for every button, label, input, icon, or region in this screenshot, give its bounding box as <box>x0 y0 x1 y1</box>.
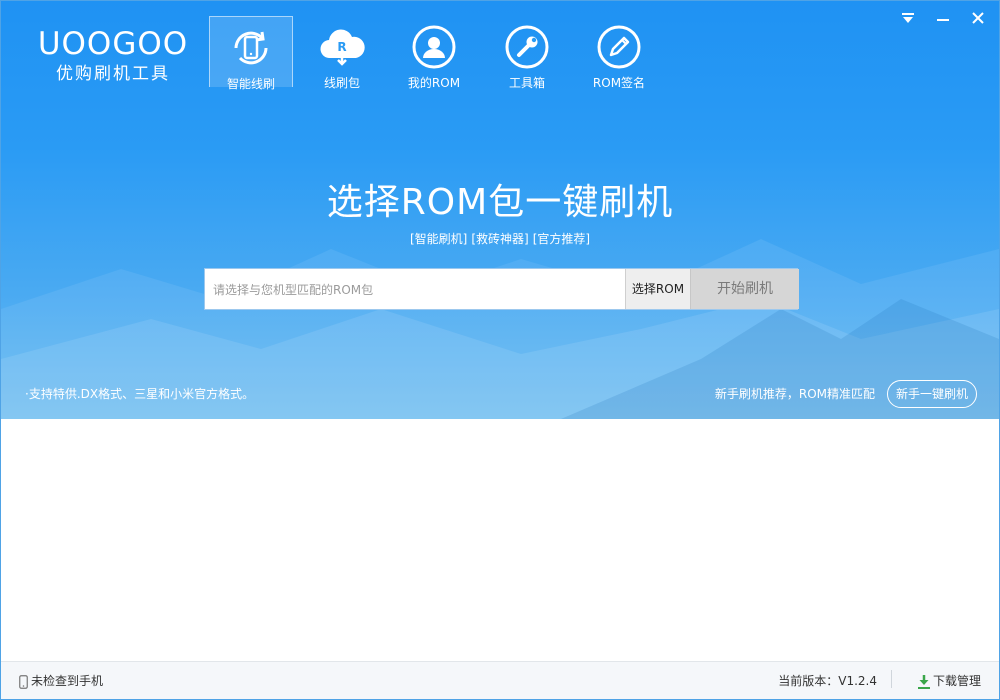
nav-rom-sign[interactable]: ROM签名 <box>577 16 661 90</box>
nav-flash-package[interactable]: R 线刷包 <box>300 16 384 90</box>
app-window: UOOGOO 优购刷机工具 智能线刷 R 线刷包 我的ROM 工具箱 ROM签名… <box>0 0 1000 700</box>
download-label: 下载管理 <box>932 674 981 688</box>
select-rom-button[interactable]: 选择ROM <box>625 269 690 309</box>
nav-smart-flash[interactable]: 智能线刷 <box>209 16 293 91</box>
logo-chinese: 优购刷机工具 <box>56 64 170 84</box>
nav-my-rom[interactable]: 我的ROM <box>392 16 476 90</box>
device-status-text: 未检查到手机 <box>31 674 104 688</box>
nav-label: ROM签名 <box>592 76 646 90</box>
recommend-text: 新手刷机推荐，ROM精准匹配 <box>714 387 875 401</box>
download-manager-link[interactable]: 下载管理 <box>917 672 981 689</box>
logo-english: UOOGOO <box>37 26 189 62</box>
nav-label: 线刷包 <box>323 76 360 90</box>
phone-refresh-icon <box>234 31 268 65</box>
download-icon <box>917 674 930 689</box>
nav-label: 工具箱 <box>508 76 545 90</box>
user-icon <box>412 25 456 69</box>
start-flash-button[interactable]: 开始刷机 <box>690 269 799 309</box>
menu-dropdown-icon[interactable] <box>897 9 919 27</box>
pen-icon <box>597 25 641 69</box>
hero-banner: UOOGOO 优购刷机工具 智能线刷 R 线刷包 我的ROM 工具箱 ROM签名… <box>1 1 999 419</box>
tag-brick-rescue[interactable]: [救砖神器] <box>471 232 528 246</box>
rom-search-bar: 选择ROM 开始刷机 <box>204 268 799 311</box>
window-controls <box>889 9 989 28</box>
tag-smart-flash[interactable]: [智能刷机] <box>410 232 467 246</box>
cloud-download-icon: R <box>320 29 365 66</box>
beginner-flash-button[interactable]: 新手一键刷机 <box>886 380 977 408</box>
svg-text:R: R <box>337 40 346 54</box>
status-divider <box>891 670 892 688</box>
feature-tags: [智能刷机] [救砖神器] [官方推荐] <box>1 230 999 247</box>
version-label: 当前版本：V1.2.4 <box>778 674 877 688</box>
phone-icon <box>19 674 28 689</box>
device-status: 未检查到手机 <box>19 672 103 689</box>
main-content-area <box>1 419 999 661</box>
nav-toolbox[interactable]: 工具箱 <box>485 16 569 90</box>
app-logo: UOOGOO 优购刷机工具 <box>37 27 189 85</box>
support-note: ·支持特供.DX格式、三星和小米官方格式。 <box>25 387 255 401</box>
page-headline: 选择ROM包一键刷机 <box>326 182 674 223</box>
close-icon[interactable] <box>967 9 989 27</box>
wrench-icon <box>505 25 549 69</box>
nav-label: 智能线刷 <box>226 77 275 91</box>
tag-official[interactable]: [官方推荐] <box>533 232 590 246</box>
rom-path-input[interactable] <box>205 269 635 311</box>
minimize-icon[interactable] <box>932 9 954 27</box>
nav-label: 我的ROM <box>407 76 461 90</box>
status-bar: 未检查到手机 当前版本：V1.2.4 下载管理 <box>1 661 999 699</box>
